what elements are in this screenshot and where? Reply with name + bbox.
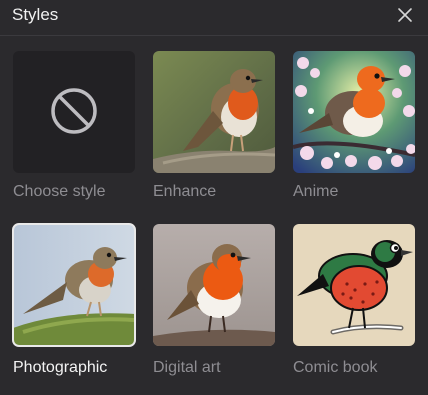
panel-title: Styles <box>12 5 59 24</box>
style-label-anime: Anime <box>293 183 339 200</box>
style-label-comic-book: Comic book <box>293 359 378 376</box>
robin-photographic-image <box>13 224 135 346</box>
style-option-comic-book[interactable] <box>293 224 415 346</box>
style-option-digital-art[interactable] <box>153 224 275 346</box>
style-option-none[interactable] <box>13 51 135 173</box>
panel-header: Styles <box>0 0 428 34</box>
style-option-anime[interactable] <box>293 51 415 173</box>
robin-anime-image <box>293 51 415 173</box>
robin-comic-book-image <box>293 224 415 346</box>
header-divider <box>0 35 428 36</box>
style-label-choose: Choose style <box>13 183 106 200</box>
style-option-photographic[interactable] <box>12 223 136 347</box>
prohibited-icon <box>51 88 97 134</box>
style-label-photographic: Photographic <box>13 359 108 376</box>
style-label-enhance: Enhance <box>153 183 217 200</box>
close-icon[interactable] <box>396 6 414 24</box>
style-label-digital-art: Digital art <box>153 359 221 376</box>
robin-enhance-image <box>153 51 275 173</box>
robin-digital-art-image <box>153 224 275 346</box>
style-option-enhance[interactable] <box>153 51 275 173</box>
